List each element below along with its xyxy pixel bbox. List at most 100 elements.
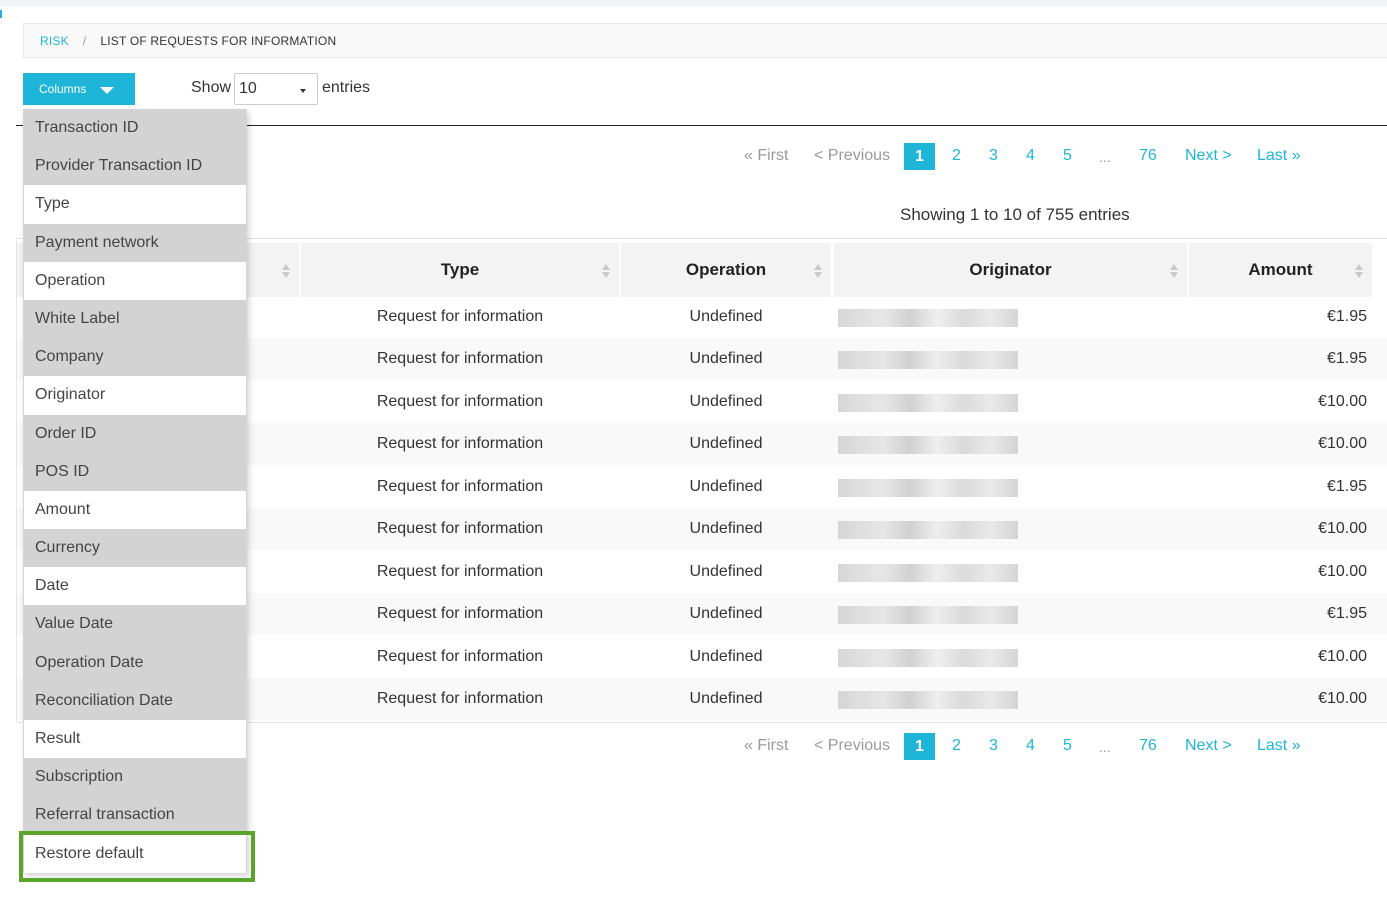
column-toggle-item[interactable]: White Label	[23, 299, 247, 339]
pagination-page-last-number[interactable]: 76	[1139, 737, 1157, 755]
cell-type: Request for information	[376, 435, 544, 452]
sort-icon	[1170, 264, 1178, 278]
cell-originator	[838, 423, 1088, 465]
pagination-previous[interactable]: < Previous	[814, 147, 890, 165]
header-label: Originator	[969, 260, 1052, 279]
sort-icon	[602, 264, 610, 278]
sort-icon	[814, 264, 822, 278]
cell-operation: Undefined	[689, 690, 763, 707]
cell-amount: €10.00	[1318, 520, 1367, 537]
cell-operation: Undefined	[689, 563, 763, 580]
cell-type: Request for information	[376, 478, 544, 495]
pagination-page-4[interactable]: 4	[1026, 147, 1035, 165]
cell-operation: Undefined	[689, 393, 763, 410]
select-caret-icon	[300, 89, 306, 93]
cell-type: Request for information	[376, 605, 544, 622]
column-toggle-item[interactable]: Amount	[23, 490, 247, 530]
show-label: Show	[191, 79, 232, 96]
column-toggle-item[interactable]: Originator	[23, 376, 247, 415]
breadcrumb-risk-link[interactable]: RISK	[40, 34, 69, 48]
column-toggle-item[interactable]: Operation	[23, 261, 247, 300]
column-header-amount[interactable]: Amount	[1189, 243, 1372, 297]
pagination-first[interactable]: « First	[744, 737, 788, 755]
cell-originator	[838, 678, 1088, 720]
sort-icon	[282, 264, 290, 278]
pagination-page-2[interactable]: 2	[952, 147, 961, 165]
column-toggle-item[interactable]: Currency	[23, 529, 247, 568]
header-label: Type	[440, 260, 480, 279]
pagination-page-3[interactable]: 3	[989, 147, 998, 165]
column-header-operation[interactable]: Operation	[621, 243, 831, 297]
cell-amount: €10.00	[1318, 563, 1367, 580]
column-header-type[interactable]: Type	[301, 243, 619, 297]
pagination-last[interactable]: Last »	[1257, 147, 1301, 165]
cell-originator	[838, 508, 1088, 550]
pagination-previous[interactable]: < Previous	[814, 737, 890, 755]
redacted-originator	[838, 649, 1018, 667]
pagination-first[interactable]: « First	[744, 147, 788, 165]
cell-originator	[838, 636, 1088, 678]
cell-originator	[838, 338, 1088, 380]
pagination-page-last-number[interactable]: 76	[1139, 147, 1157, 165]
column-toggle-item[interactable]: Date	[23, 567, 247, 606]
column-toggle-item[interactable]: Company	[23, 338, 247, 377]
cell-amount: €10.00	[1318, 648, 1367, 665]
left-accent-mark	[0, 10, 2, 18]
cell-type: Request for information	[376, 520, 544, 537]
cell-operation: Undefined	[689, 350, 763, 367]
cell-amount: €10.00	[1318, 393, 1367, 410]
entries-per-page-select[interactable]: 10	[234, 73, 318, 105]
breadcrumb: RISK / LIST OF REQUESTS FOR INFORMATION	[23, 23, 1387, 58]
column-toggle-item[interactable]: Referral transaction	[23, 796, 247, 835]
columns-button-label: Columns	[39, 82, 87, 96]
cell-operation: Undefined	[689, 478, 763, 495]
redacted-originator	[838, 691, 1018, 709]
cell-operation: Undefined	[689, 605, 763, 622]
restore-default-button[interactable]: Restore default	[23, 834, 247, 873]
cell-amount: €1.95	[1326, 478, 1367, 495]
redacted-originator	[838, 309, 1018, 327]
pagination-page-1[interactable]: 1	[904, 143, 935, 170]
cell-type: Request for information	[376, 648, 544, 665]
column-toggle-item[interactable]: Result	[23, 720, 247, 759]
cell-operation: Undefined	[689, 520, 763, 537]
column-toggle-item[interactable]: POS ID	[23, 452, 247, 491]
column-header-originator[interactable]: Originator	[834, 243, 1187, 297]
column-toggle-item[interactable]: Reconciliation Date	[23, 681, 247, 720]
column-toggle-item[interactable]: Order ID	[23, 414, 247, 453]
cell-operation: Undefined	[689, 435, 763, 452]
pagination-ellipsis: ...	[1099, 149, 1111, 165]
cell-originator	[838, 466, 1088, 508]
pagination-page-3[interactable]: 3	[989, 737, 998, 755]
column-toggle-item[interactable]: Type	[23, 185, 247, 224]
column-toggle-item[interactable]: Payment network	[23, 223, 247, 262]
cell-originator	[838, 381, 1088, 423]
redacted-originator	[838, 564, 1018, 582]
header-label: Amount	[1248, 260, 1313, 279]
cell-amount: €10.00	[1318, 690, 1367, 707]
pagination-last[interactable]: Last »	[1257, 737, 1301, 755]
cell-originator	[838, 593, 1088, 635]
cell-amount: €1.95	[1326, 308, 1367, 325]
pagination-next[interactable]: Next >	[1185, 147, 1232, 165]
breadcrumb-separator: /	[82, 33, 87, 48]
pagination-page-4[interactable]: 4	[1026, 737, 1035, 755]
column-toggle-item[interactable]: Operation Date	[23, 643, 247, 682]
pagination-bottom: « First < Previous 1 2 3 4 5 ... 76 Next…	[734, 733, 1314, 761]
cell-amount: €10.00	[1318, 435, 1367, 452]
cell-originator	[838, 296, 1088, 338]
pagination-page-2[interactable]: 2	[952, 737, 961, 755]
pagination-page-1[interactable]: 1	[904, 733, 935, 760]
pagination-page-5[interactable]: 5	[1063, 737, 1072, 755]
column-toggle-item[interactable]: Value Date	[23, 605, 247, 644]
caret-down-icon	[100, 87, 115, 94]
column-toggle-item[interactable]: Subscription	[23, 758, 247, 797]
pagination-top: « First < Previous 1 2 3 4 5 ... 76 Next…	[734, 143, 1314, 171]
column-toggle-item[interactable]: Transaction ID	[23, 109, 247, 148]
column-toggle-item[interactable]: Provider Transaction ID	[23, 147, 247, 186]
cell-type: Request for information	[376, 393, 544, 410]
sort-icon	[1355, 264, 1363, 278]
pagination-next[interactable]: Next >	[1185, 737, 1232, 755]
columns-button[interactable]: Columns	[23, 73, 135, 105]
pagination-page-5[interactable]: 5	[1063, 147, 1072, 165]
